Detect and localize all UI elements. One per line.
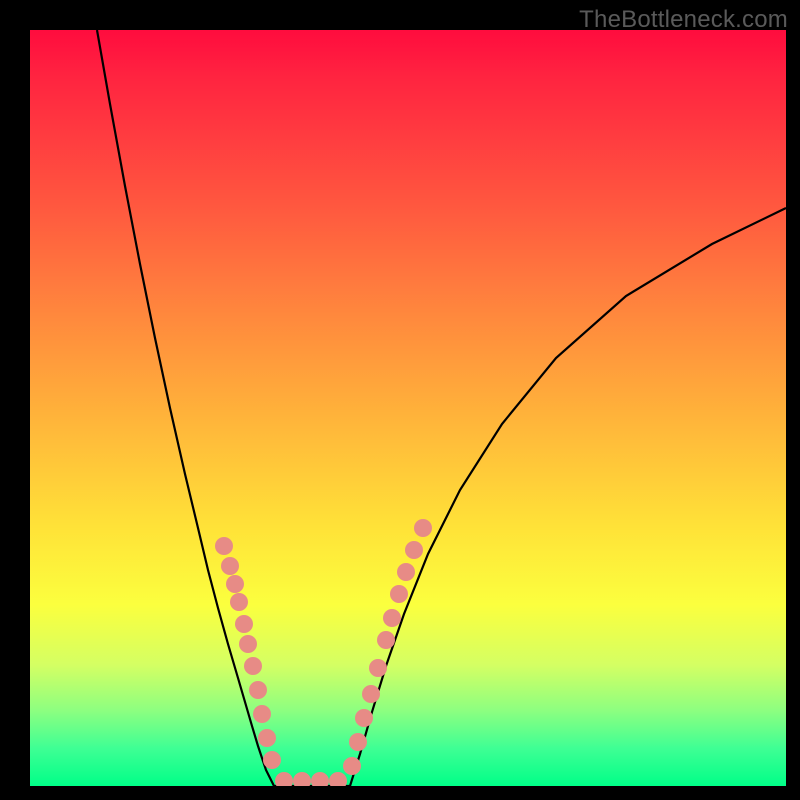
data-dot bbox=[355, 709, 373, 727]
data-dot bbox=[244, 657, 262, 675]
curve-group bbox=[97, 30, 786, 786]
data-dot bbox=[369, 659, 387, 677]
data-dot bbox=[383, 609, 401, 627]
data-dot bbox=[215, 537, 233, 555]
chart-frame: TheBottleneck.com bbox=[0, 0, 800, 800]
data-dot bbox=[343, 757, 361, 775]
curve-svg bbox=[30, 30, 786, 786]
bottleneck-curve bbox=[97, 30, 786, 786]
data-dot bbox=[397, 563, 415, 581]
data-dot bbox=[235, 615, 253, 633]
data-dot bbox=[414, 519, 432, 537]
data-dot bbox=[258, 729, 276, 747]
watermark-text: TheBottleneck.com bbox=[579, 6, 788, 34]
dots-group bbox=[215, 519, 432, 786]
data-dot bbox=[239, 635, 257, 653]
data-dot bbox=[377, 631, 395, 649]
data-dot bbox=[263, 751, 281, 769]
data-dot bbox=[253, 705, 271, 723]
data-dot bbox=[221, 557, 239, 575]
data-dot bbox=[249, 681, 267, 699]
data-dot bbox=[311, 772, 329, 786]
data-dot bbox=[275, 772, 293, 786]
data-dot bbox=[362, 685, 380, 703]
data-dot bbox=[349, 733, 367, 751]
data-dot bbox=[405, 541, 423, 559]
data-dot bbox=[230, 593, 248, 611]
data-dot bbox=[226, 575, 244, 593]
plot-area bbox=[30, 30, 786, 786]
data-dot bbox=[293, 772, 311, 786]
data-dot bbox=[329, 772, 347, 786]
data-dot bbox=[390, 585, 408, 603]
